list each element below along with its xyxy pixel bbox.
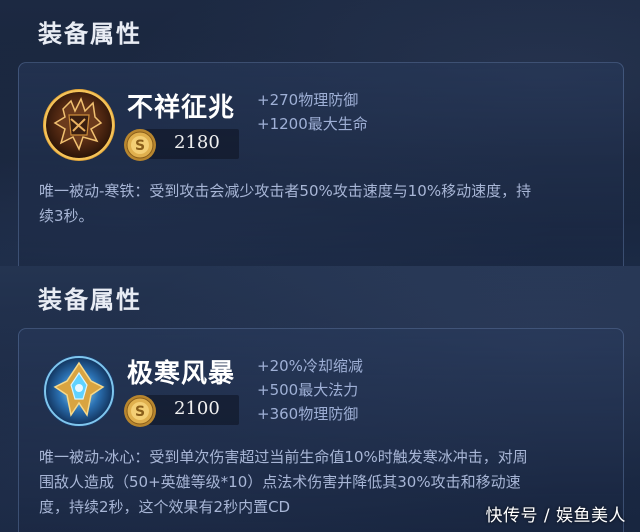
gold-coin-icon: S <box>123 128 157 162</box>
item-name: 极寒风暴 <box>127 359 236 389</box>
item-description: 唯一被动-寒铁：受到攻击会减少攻击者50%攻击速度与10%移动速度，持 续3秒。 <box>39 179 603 229</box>
description-line: 唯一被动-寒铁：受到攻击会减少攻击者50%攻击速度与10%移动速度，持 <box>39 182 532 200</box>
stat-line: +20%冷却缩减 <box>257 357 363 375</box>
equipment-panel-2: 装备属性 极寒风暴 S 2100 +20%冷却缩减 +500最大法力 +360物… <box>0 266 640 532</box>
stat-list: +20%冷却缩减 +500最大法力 +360物理防御 <box>257 354 363 426</box>
gold-coin-icon: S <box>123 394 157 428</box>
item-card: 不祥征兆 S 2180 +270物理防御 +1200最大生命 唯一被动-寒铁：受… <box>18 62 624 266</box>
spiked-armor-icon[interactable] <box>41 87 117 163</box>
stat-line: +270物理防御 <box>257 91 359 109</box>
watermark: 快传号 / 娱鱼美人 <box>485 506 626 526</box>
item-price: 2100 <box>174 398 220 419</box>
stat-list: +270物理防御 +1200最大生命 <box>257 88 368 136</box>
item-name: 不祥征兆 <box>127 93 236 123</box>
stat-line: +500最大法力 <box>257 381 359 399</box>
description-line: 围敌人造成（50+英雄等级*10）点法术伤害并降低其30%攻击和移动速 <box>39 473 521 491</box>
svg-text:S: S <box>135 138 145 154</box>
svg-text:S: S <box>135 404 145 420</box>
description-line: 续3秒。 <box>39 207 94 225</box>
stat-line: +1200最大生命 <box>257 115 368 133</box>
ice-gem-icon[interactable] <box>41 353 117 429</box>
stat-line: +360物理防御 <box>257 405 359 423</box>
equipment-panel-1: 装备属性 不祥征兆 S 2180 +270物理防御 +1200最大生命 唯一被动… <box>0 0 640 266</box>
section-title: 装备属性 <box>38 20 142 48</box>
description-line: 唯一被动-冰心：受到单次伤害超过当前生命值10%时触发寒冰冲击，对周 <box>39 448 528 466</box>
item-price: 2180 <box>174 132 220 153</box>
section-title: 装备属性 <box>38 286 142 314</box>
